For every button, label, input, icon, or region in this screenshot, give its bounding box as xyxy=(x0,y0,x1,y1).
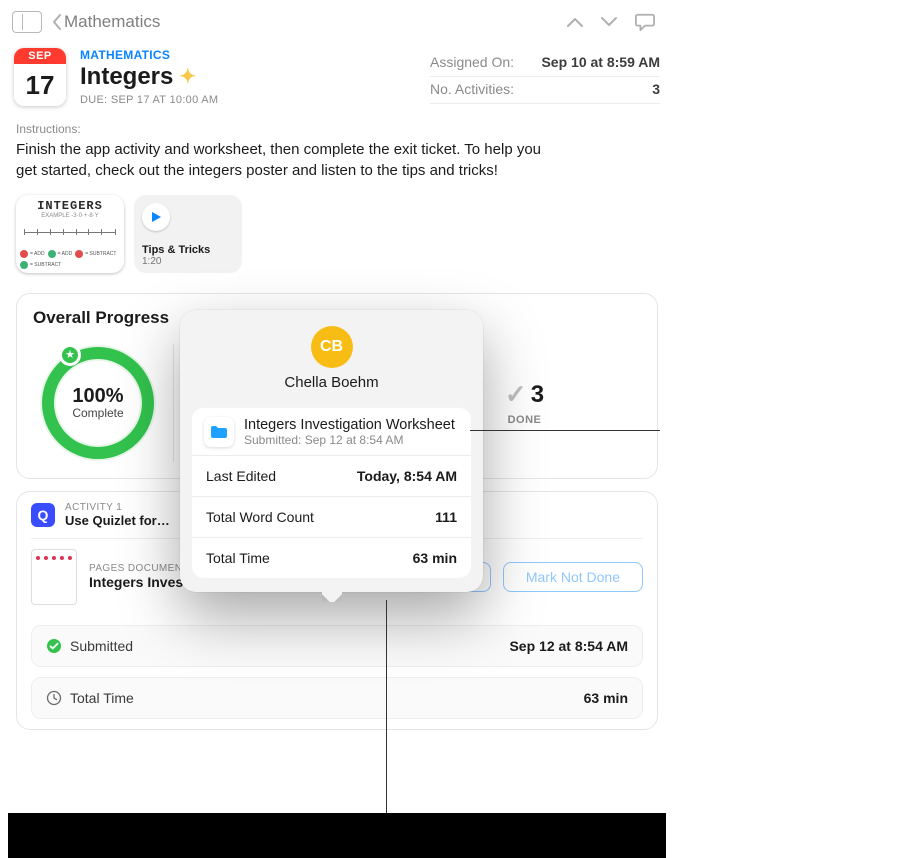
top-bar: Mathematics xyxy=(8,4,666,40)
attachment-title: Tips & Tricks xyxy=(142,244,210,256)
pages-document-thumbnail xyxy=(31,549,77,605)
assignment-meta: Assigned On: Sep 10 at 8:59 AM No. Activ… xyxy=(430,48,660,106)
attachment-duration: 1:20 xyxy=(142,256,210,267)
mark-not-done-button[interactable]: Mark Not Done xyxy=(503,562,643,592)
calendar-date-icon: SEP 17 xyxy=(14,48,66,106)
subject-link[interactable]: MATHEMATICS xyxy=(80,48,416,62)
attachment-audio-tips[interactable]: Tips & Tricks 1:20 xyxy=(134,195,242,273)
submitted-label: Submitted xyxy=(70,638,133,654)
submission-title: Integers Investigation Worksheet xyxy=(244,417,455,433)
comment-icon[interactable] xyxy=(634,12,656,32)
row-total-time: Total Time 63 min xyxy=(31,677,643,719)
meta-activities-label: No. Activities: xyxy=(430,81,514,97)
poster-subtitle: EXAMPLE -3·0·+·8·Y xyxy=(16,213,124,219)
instructions-text: Finish the app activity and worksheet, t… xyxy=(8,138,568,181)
popover-v: Today, 8:54 AM xyxy=(357,468,457,484)
assignment-title-text: Integers xyxy=(80,64,173,90)
progress-complete-label: Complete xyxy=(72,406,123,420)
meta-assigned-label: Assigned On: xyxy=(430,54,514,70)
chevron-left-icon xyxy=(52,14,62,30)
instructions-label: Instructions: xyxy=(8,106,666,138)
avatar: CB xyxy=(311,326,353,368)
submission-header[interactable]: Integers Investigation Worksheet Submitt… xyxy=(192,407,471,455)
back-label: Mathematics xyxy=(64,12,160,32)
popover-row-total-time: Total Time 63 min xyxy=(192,537,471,578)
activity-badge: ACTIVITY 1 xyxy=(65,502,170,513)
student-detail-popover: CB Chella Boehm Integers Investigation W… xyxy=(180,310,483,592)
meta-assigned-value: Sep 10 at 8:59 AM xyxy=(541,54,660,70)
activity-title: Use Quizlet for… xyxy=(65,513,170,528)
progress-ring: 100% Complete ★ xyxy=(33,338,163,468)
sidebar-toggle-button[interactable] xyxy=(12,11,42,33)
check-circle-icon xyxy=(46,638,62,654)
progress-percent: 100% xyxy=(72,385,123,408)
meta-activities-value: 3 xyxy=(652,81,660,97)
assignment-title: Integers ✦ xyxy=(80,64,416,90)
popover-v: 63 min xyxy=(413,550,457,566)
poster-title: INTEGERS xyxy=(16,199,124,213)
total-time-value: 63 min xyxy=(584,690,628,706)
popover-v: 111 xyxy=(435,509,457,525)
clock-icon xyxy=(46,690,62,706)
callout-line-1 xyxy=(470,430,660,431)
calendar-day: 17 xyxy=(14,64,66,106)
number-line-graphic xyxy=(24,225,116,239)
popover-row-last-edited: Last Edited Today, 8:54 AM xyxy=(192,455,471,496)
submission-subtitle: Submitted: Sep 12 at 8:54 AM xyxy=(244,433,455,447)
star-badge-icon: ★ xyxy=(59,344,81,366)
chevron-down-icon[interactable] xyxy=(600,16,618,28)
bottom-mask xyxy=(8,813,666,858)
folder-icon xyxy=(204,417,234,447)
popover-k: Total Word Count xyxy=(206,509,314,525)
student-name: Chella Boehm xyxy=(192,374,471,391)
attachment-poster[interactable]: INTEGERS EXAMPLE -3·0·+·8·Y = ADD = ADD … xyxy=(16,195,124,273)
quizlet-app-icon: Q xyxy=(31,503,55,527)
back-button[interactable]: Mathematics xyxy=(52,12,160,32)
checkmark-icon: ✓ xyxy=(505,379,527,410)
popover-k: Total Time xyxy=(206,550,270,566)
popover-k: Last Edited xyxy=(206,468,276,484)
due-text: DUE: SEP 17 AT 10:00 AM xyxy=(80,94,416,106)
popover-pointer xyxy=(322,590,342,602)
stat-done-value: 3 xyxy=(531,381,544,409)
total-time-label: Total Time xyxy=(70,690,134,706)
popover-row-word-count: Total Word Count 111 xyxy=(192,496,471,537)
row-submitted: Submitted Sep 12 at 8:54 AM xyxy=(31,625,643,667)
chevron-up-icon[interactable] xyxy=(566,16,584,28)
submitted-value: Sep 12 at 8:54 AM xyxy=(509,638,628,654)
calendar-month: SEP xyxy=(14,48,66,64)
play-icon xyxy=(142,203,170,231)
sparkle-icon: ✦ xyxy=(179,66,196,88)
